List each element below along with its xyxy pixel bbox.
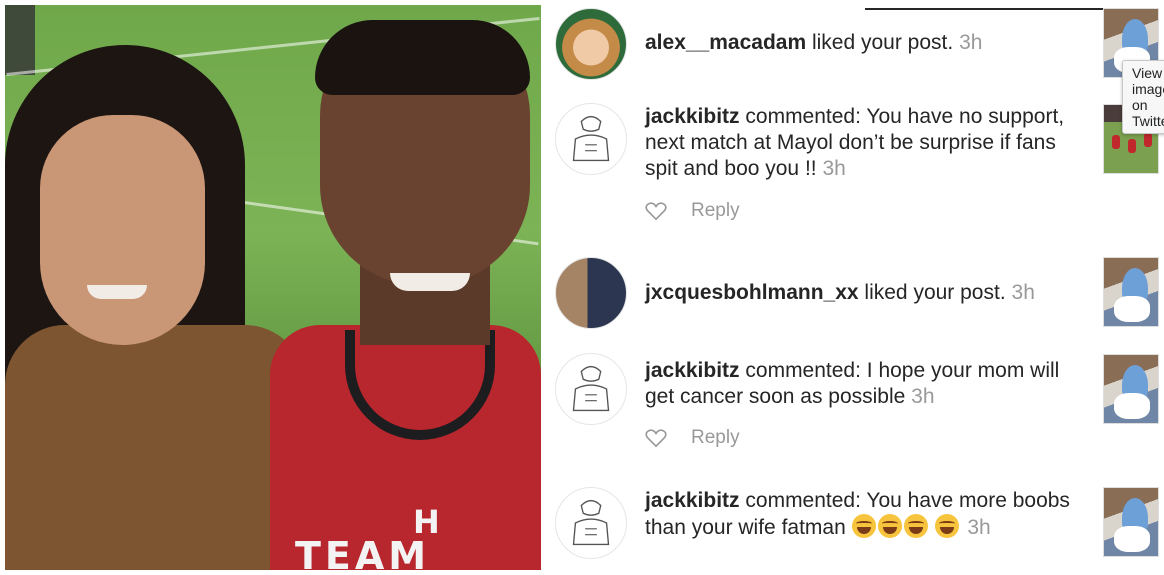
figure-body (1114, 526, 1150, 552)
figure-body (1114, 393, 1150, 419)
laughing-emoji-icon (903, 514, 928, 538)
heart-icon[interactable] (645, 428, 667, 448)
timestamp: 3h (822, 157, 846, 180)
reply-button[interactable]: Reply (691, 427, 740, 449)
notification-text: jackkibitz commented: I hope your mom wi… (645, 358, 1085, 410)
notifications-feed: alex__macadam liked your post. 3h jackki… (545, 0, 1164, 575)
woman-smile (87, 285, 147, 299)
shirt-text: TEAM (295, 534, 431, 570)
username-link[interactable]: jackkibitz (645, 105, 740, 128)
reply-row: Reply (645, 200, 740, 222)
figure-body (1114, 296, 1150, 322)
reply-button[interactable]: Reply (691, 200, 740, 222)
avatar[interactable] (555, 353, 627, 425)
stadium-stand (5, 5, 35, 75)
avatar[interactable] (555, 8, 627, 80)
username-link[interactable]: jackkibitz (645, 359, 740, 382)
username-link[interactable]: alex__macadam (645, 31, 806, 54)
notification-text: alex__macadam liked your post. 3h (645, 30, 1085, 56)
man-smile (390, 273, 470, 291)
timestamp: 3h (967, 516, 991, 539)
timestamp: 3h (1011, 281, 1035, 304)
photo-couple: H TEAM (5, 5, 541, 570)
timestamp: 3h (911, 385, 935, 408)
player-figure (1144, 133, 1152, 147)
woman-face (40, 115, 205, 345)
player-figure (1128, 139, 1136, 153)
notification-action: liked your post. (864, 281, 1006, 304)
woman-jacket (5, 325, 305, 570)
laughing-emoji-icon (851, 514, 876, 538)
top-divider (865, 8, 1105, 10)
man-hair (315, 20, 530, 95)
avatar[interactable] (555, 487, 627, 559)
post-thumbnail[interactable] (1103, 487, 1159, 557)
avatar[interactable] (555, 103, 627, 175)
meme-face-icon (572, 499, 610, 546)
notification-action: liked your post. (811, 31, 954, 54)
timestamp: 3h (959, 31, 983, 54)
username-link[interactable]: jxcquesbohlmann_xx (645, 281, 859, 304)
meme-face-icon (572, 365, 610, 412)
laughing-emoji-icon (877, 514, 902, 538)
post-thumbnail[interactable] (1103, 354, 1159, 424)
tooltip: View image on Twitter (1122, 60, 1164, 134)
notification-text: jackkibitz commented: You have no suppor… (645, 104, 1085, 182)
heart-icon[interactable] (645, 201, 667, 221)
meme-face-icon (572, 115, 610, 162)
notification-text: jackkibitz commented: You have more boob… (645, 488, 1085, 541)
laughing-emoji-icon (935, 514, 960, 538)
notification-text: jxcquesbohlmann_xx liked your post. 3h (645, 280, 1085, 306)
avatar[interactable] (555, 257, 627, 329)
reply-row: Reply (645, 427, 740, 449)
post-thumbnail[interactable] (1103, 257, 1159, 327)
player-figure (1112, 135, 1120, 149)
username-link[interactable]: jackkibitz (645, 489, 740, 512)
